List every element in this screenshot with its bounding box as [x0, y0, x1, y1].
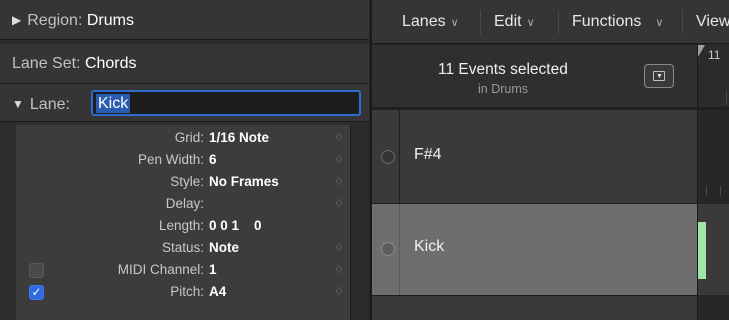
param-row[interactable]: Style: No Frames ♢ [0, 171, 350, 193]
lane-header-cell[interactable] [372, 295, 697, 320]
lane-header-cell[interactable]: Kick [372, 204, 697, 295]
lane-name-value[interactable]: Kick [96, 94, 131, 113]
param-value[interactable]: A4 [209, 281, 226, 303]
param-value[interactable]: 0 0 1 0 [209, 215, 262, 237]
checkbox-icon[interactable] [29, 263, 44, 278]
lane-label: Lane: [29, 96, 70, 113]
chevron-down-icon: ∨ [450, 17, 459, 29]
menu-divider [682, 10, 683, 34]
disclosure-right-icon[interactable]: ▶ [12, 0, 21, 40]
grid-tick [706, 186, 707, 196]
lane-header[interactable]: ▼ Lane: Kick [0, 84, 369, 122]
param-row[interactable]: Delay: ♢ [0, 193, 350, 215]
param-label: Style: [170, 174, 204, 189]
param-value[interactable]: No Frames [209, 171, 279, 193]
stepper-icon[interactable]: ♢ [334, 171, 344, 193]
playhead-marker-icon[interactable] [698, 45, 705, 57]
stepper-icon[interactable]: ♢ [334, 127, 344, 149]
lane-menu-button[interactable]: ▼ [644, 64, 674, 88]
stepper-icon[interactable]: ♢ [334, 237, 344, 259]
view-menu-label: View [696, 13, 729, 30]
checkbox-checked-icon[interactable]: ✓ [29, 285, 44, 300]
param-row[interactable]: Pen Width: 6 ♢ [0, 149, 350, 171]
lane-grid[interactable] [697, 295, 729, 320]
selection-info: 11 Events selected in Drums ▼ [372, 45, 697, 107]
lane-row-selected[interactable]: Kick [372, 204, 729, 295]
stepper-icon[interactable]: ♢ [334, 149, 344, 171]
local-menubar: Lanes ∨ Edit ∨ Functions ∨ View [372, 0, 729, 44]
lane-header-cell[interactable]: F#4 [372, 110, 697, 204]
parameter-scrollbar[interactable] [350, 125, 370, 320]
lane-set-header[interactable]: Lane Set: Chords [0, 44, 369, 84]
param-value[interactable]: Note [209, 237, 239, 259]
dropdown-box-icon: ▼ [653, 71, 665, 81]
lane-row[interactable]: F#4 [372, 110, 729, 204]
param-label: Pitch: [170, 284, 204, 299]
lane-column-divider [399, 204, 400, 295]
stepper-icon[interactable]: ♢ [334, 193, 344, 215]
param-value[interactable]: 1 [209, 259, 217, 281]
lane-set-label: Lane Set: [12, 55, 81, 72]
bar-ruler[interactable]: 11 [697, 45, 729, 107]
param-row[interactable]: ✓ Pitch: A4 ♢ [0, 281, 350, 303]
param-label: Delay: [165, 196, 204, 211]
lane-row[interactable] [372, 295, 729, 320]
disclosure-down-icon[interactable]: ▼ [12, 84, 24, 124]
selection-count: 11 Events selected [438, 61, 568, 78]
bar-number: 11 [708, 48, 721, 62]
chevron-down-icon: ∨ [655, 17, 664, 29]
param-label: Length: [158, 218, 204, 233]
param-row[interactable]: Length: 0 0 1 0 [0, 215, 350, 237]
param-row[interactable]: Grid: 1/16 Note ♢ [0, 127, 350, 149]
inspector-panel: ▶ Region: Drums Lane Set: Chords ▼ Lane: K… [0, 0, 371, 320]
edit-menu-label: Edit [494, 13, 522, 30]
lanes-menu-label: Lanes [402, 13, 446, 30]
param-label: Grid: [174, 130, 204, 145]
param-value[interactable]: 1/16 Note [209, 127, 269, 149]
note-event[interactable] [698, 222, 706, 279]
ruler-tick [726, 91, 727, 105]
functions-menu[interactable]: Functions ∨ [572, 8, 663, 36]
param-row[interactable]: MIDI Channel: 1 ♢ [0, 259, 350, 281]
lane-grid[interactable] [697, 204, 729, 295]
edit-menu[interactable]: Edit ∨ [494, 8, 535, 36]
region-header[interactable]: ▶ Region: Drums [0, 0, 369, 40]
param-label: MIDI Channel: [117, 262, 204, 277]
param-row[interactable]: Status: Note ♢ [0, 237, 350, 259]
region-name: Drums [86, 12, 134, 29]
region-label: Region: [27, 12, 83, 29]
view-menu[interactable]: View [696, 8, 729, 36]
stepper-icon[interactable]: ♢ [334, 281, 344, 303]
param-value[interactable]: 6 [209, 149, 217, 171]
lane-name-field[interactable]: Kick [91, 90, 361, 116]
selection-region: in Drums [478, 82, 529, 96]
param-label: Status: [161, 240, 204, 255]
lane-select-dot-icon[interactable] [381, 242, 395, 256]
lane-grid[interactable] [697, 110, 729, 204]
stepper-icon[interactable]: ♢ [334, 259, 344, 281]
chevron-down-icon: ∨ [526, 17, 535, 29]
grid-tick [720, 186, 721, 196]
step-editor: Lanes ∨ Edit ∨ Functions ∨ View 11 Events s… [372, 0, 729, 320]
lane-set-name: Chords [84, 55, 137, 72]
menu-divider [558, 10, 559, 34]
lane-name: Kick [414, 238, 445, 255]
lanes-menu[interactable]: Lanes ∨ [402, 8, 459, 36]
menu-divider [480, 10, 481, 34]
functions-menu-label: Functions [572, 13, 642, 30]
lane-column-divider [399, 110, 400, 203]
lane-name: F#4 [414, 146, 442, 163]
param-label: Pen Width: [137, 152, 204, 167]
lane-select-dot-icon[interactable] [381, 150, 395, 164]
